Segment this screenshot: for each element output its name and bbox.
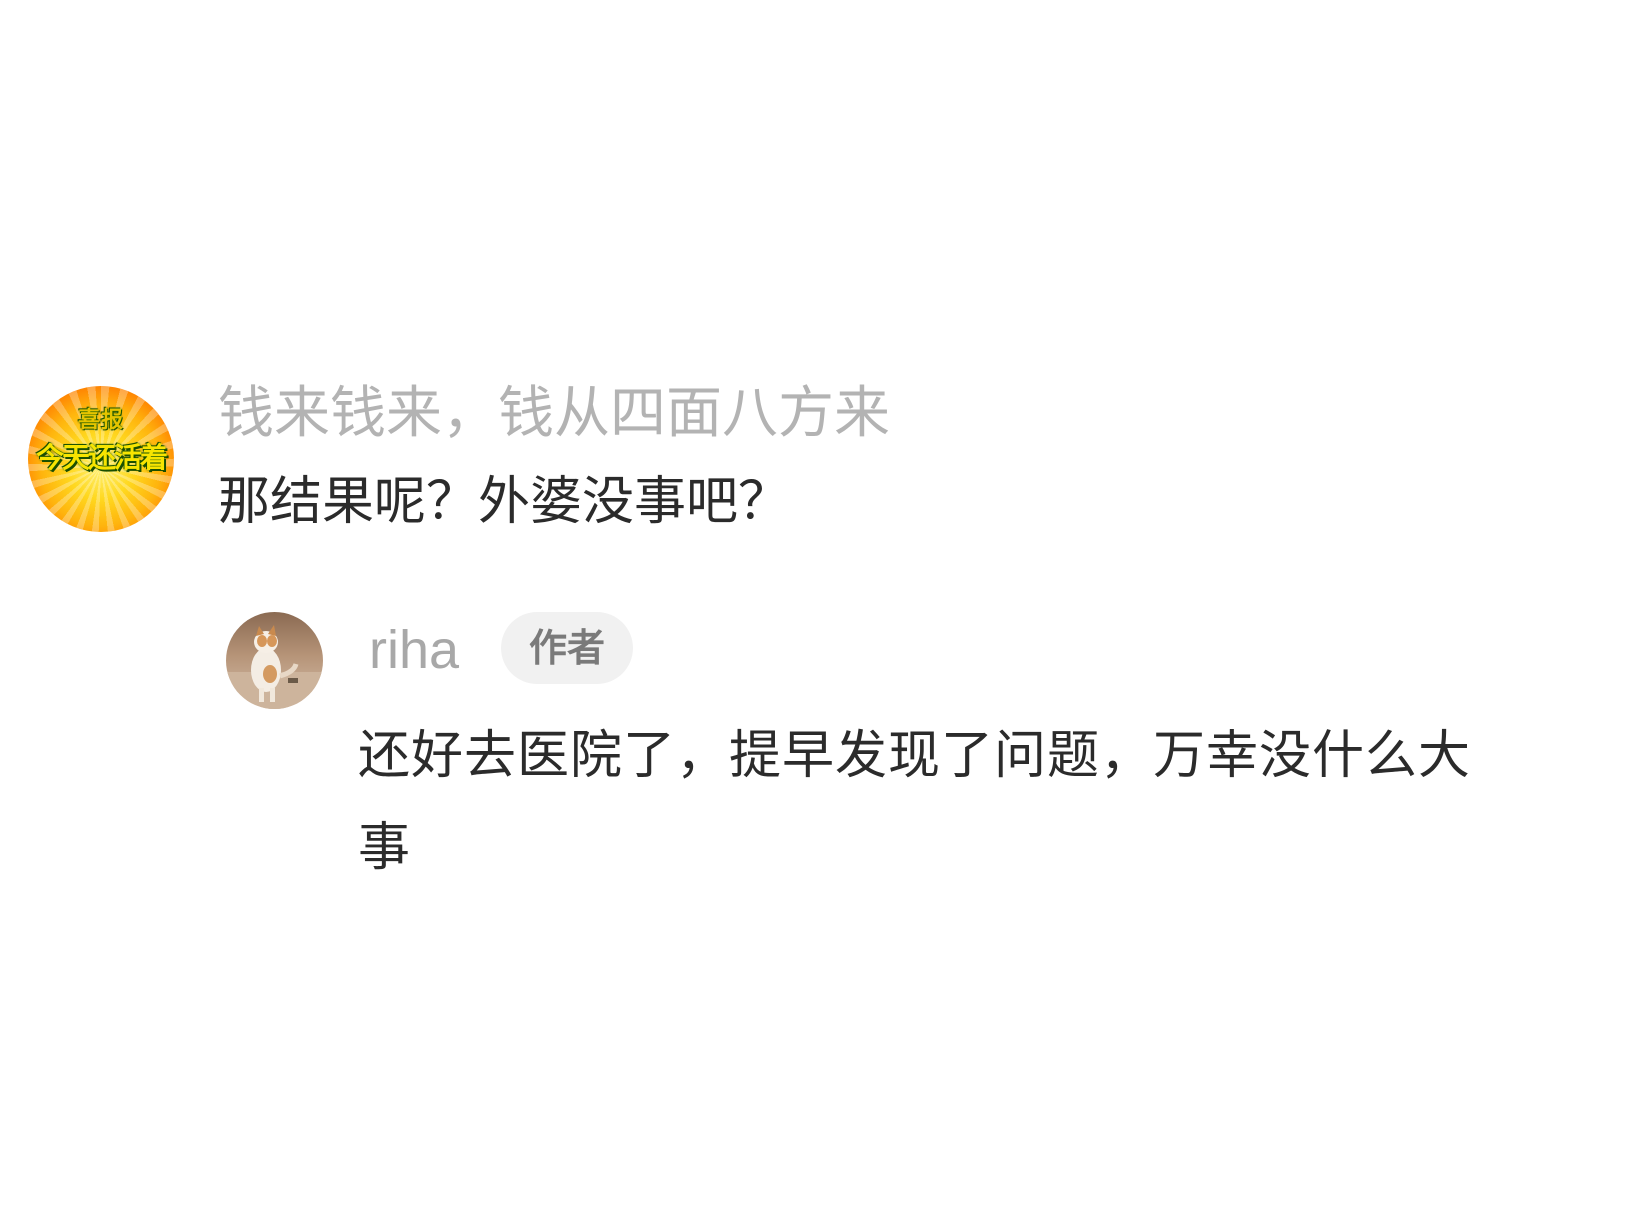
comment-item: 喜报 今天还活着 钱来钱来，钱从四面八方来 那结果呢？外婆没事吧？ [28,382,1528,546]
comment-text: 那结果呢？外婆没事吧？ [218,472,791,532]
avatar-text-main: 今天还活着 [35,441,168,474]
author-badge-label: 作者 [528,626,605,670]
author-badge: 作者 [501,612,633,684]
user-avatar[interactable]: 喜报 今天还活着 [28,386,174,532]
reply-item: riha 作者 还好去医院了，提早发现了问题，万幸没什么大事 [226,612,1486,878]
reply-text: 还好去医院了，提早发现了问题，万幸没什么大事 [358,726,1472,878]
comment-username[interactable]: 钱来钱来，钱从四面八方来 [218,382,890,446]
avatar-text-top: 喜报 [77,408,124,433]
author-avatar[interactable] [226,612,323,709]
cat-icon [226,625,323,709]
author-username[interactable]: riha [369,618,459,682]
